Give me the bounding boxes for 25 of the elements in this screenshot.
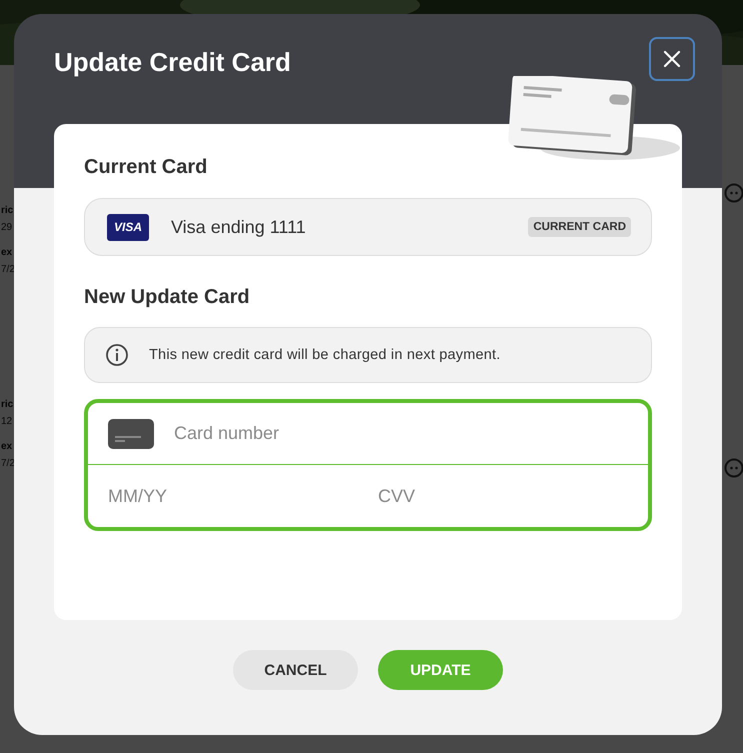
field-value: 7/2 — [1, 458, 15, 469]
credit-card-icon — [108, 418, 154, 448]
more-icon[interactable] — [724, 183, 743, 203]
info-icon — [105, 343, 129, 367]
section-heading: Current Card — [84, 156, 208, 179]
current-card-badge: CURRENT CARD — [528, 217, 631, 237]
section-heading: New Update Card — [84, 286, 251, 309]
visa-logo: VISA — [107, 214, 149, 240]
field-label: ex — [1, 247, 12, 258]
card-label: Visa ending 1111 — [171, 216, 307, 238]
close-icon — [663, 50, 681, 68]
notice-text: This new credit card will be charged in next payment. — [149, 347, 501, 363]
cvv-field[interactable]: CVV — [378, 482, 648, 510]
field-label: ric — [1, 399, 14, 410]
field-label: ex — [1, 441, 12, 452]
more-icon[interactable] — [724, 458, 743, 478]
field-value: 7/2 — [1, 264, 15, 275]
card-number-field[interactable]: Card number — [174, 420, 628, 448]
field-value: 29 — [1, 222, 12, 233]
close-button[interactable] — [649, 37, 695, 81]
expiry-field[interactable]: MM/YY — [108, 482, 378, 510]
field-value: 12 — [1, 416, 12, 427]
dialog-title: Update Credit Card — [54, 46, 291, 78]
cancel-button[interactable]: CANCEL — [233, 650, 358, 690]
field-label: ric — [1, 205, 14, 216]
